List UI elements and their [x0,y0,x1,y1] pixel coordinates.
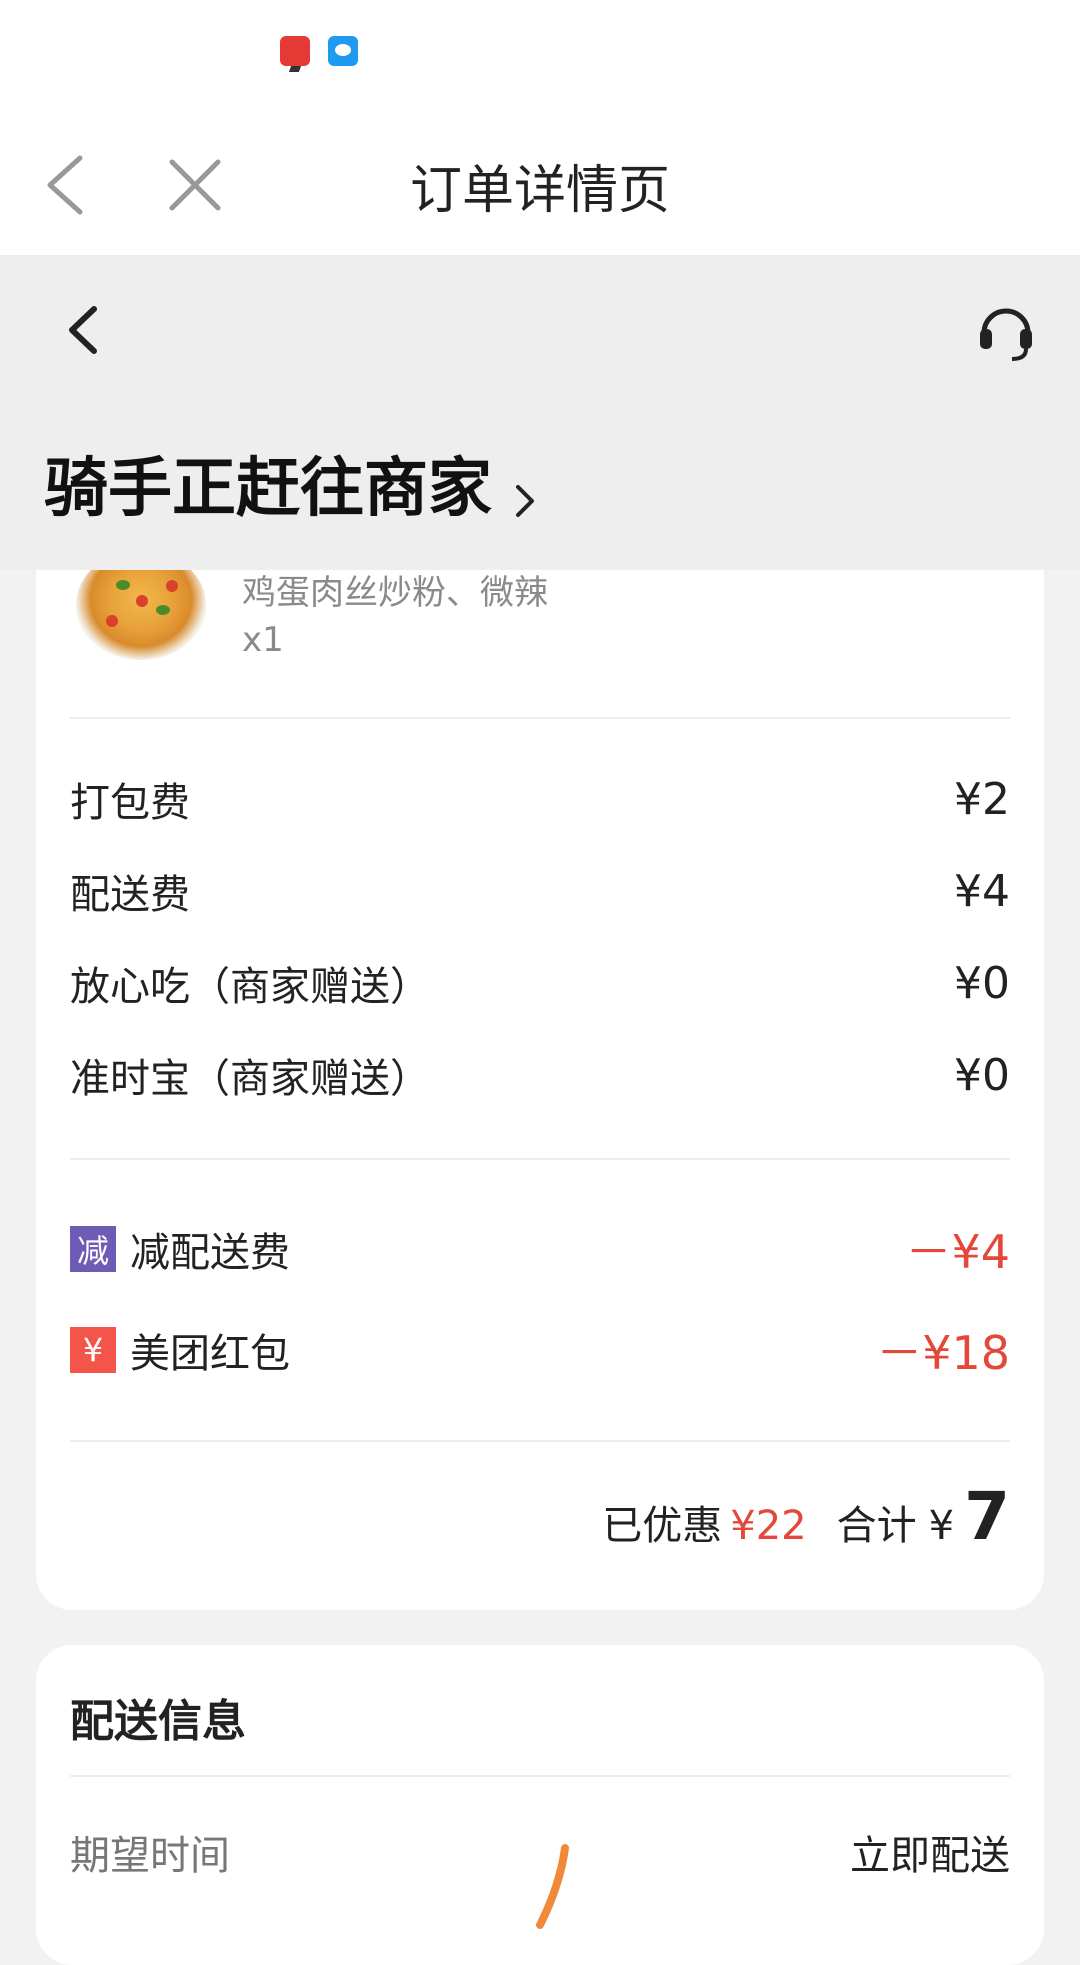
section-title: 配送信息 [70,1696,246,1747]
discount-row: ¥ 美团红包 －¥18 [70,1325,1010,1380]
fee-row: 配送费 ¥4 [70,865,1010,919]
order-status-link[interactable]: 骑手正赶往商家 [44,437,540,529]
discount-value: －¥18 [876,1326,1010,1380]
order-details-card: 鸡蛋肉丝炒粉、微辣 x1 打包费 ¥2 配送费 ¥4 放心吃（商家赠送） ¥0 … [36,510,1044,1610]
chevron-right-icon [510,463,540,517]
customer-service-icon[interactable] [976,295,1036,365]
divider [70,717,1010,719]
fee-label: 打包费 [70,780,190,826]
page-title: 订单详情页 [409,161,670,221]
message-notification-icon [328,36,358,66]
handwritten-mark [536,1844,569,1929]
red-packet-badge: ¥ [70,1327,116,1373]
fee-label: 放心吃（商家赠送） [70,964,430,1010]
discount-label: 美团红包 [130,1331,290,1377]
order-status-text: 骑手正赶往商家 [44,452,492,526]
total-currency: ¥ [928,1503,955,1549]
expected-time-value: 立即配送 [850,1833,1010,1879]
saved-label: 已优惠 [602,1503,723,1549]
total-amount: 7 [964,1478,1010,1555]
title-bar: 订单详情页 [0,110,1080,255]
fee-label: 配送费 [70,872,190,918]
divider [70,1775,1010,1777]
status-bar [0,0,1080,110]
saved-value: ¥22 [730,1503,807,1549]
discount-value: －¥4 [905,1225,1010,1279]
fee-value: ¥2 [954,773,1010,825]
divider [70,1440,1010,1442]
fee-row: 打包费 ¥2 [70,773,1010,827]
order-total: 已优惠 ¥22 合计 ¥ 7 [602,1478,1010,1555]
discount-row: 减 减配送费 －¥4 [70,1224,1010,1279]
fee-label: 准时宝（商家赠送） [70,1056,430,1102]
dish-quantity: x1 [242,620,284,660]
back-icon[interactable] [60,295,110,365]
discount-badge: 减 [70,1226,116,1272]
expected-time-label: 期望时间 [70,1833,230,1879]
fee-value: ¥4 [954,865,1010,917]
total-label: 合计 [836,1503,917,1549]
discount-label: 减配送费 [130,1230,290,1276]
divider [70,1158,1010,1160]
app-notification-icon [280,36,310,66]
fee-row: 放心吃（商家赠送） ¥0 [70,957,1010,1011]
order-status-header: 骑手正赶往商家 [0,255,1080,570]
dish-spec: 鸡蛋肉丝炒粉、微辣 [242,573,548,613]
fee-row: 准时宝（商家赠送） ¥0 [70,1049,1010,1103]
fee-value: ¥0 [954,1049,1010,1101]
fee-value: ¥0 [954,957,1010,1009]
